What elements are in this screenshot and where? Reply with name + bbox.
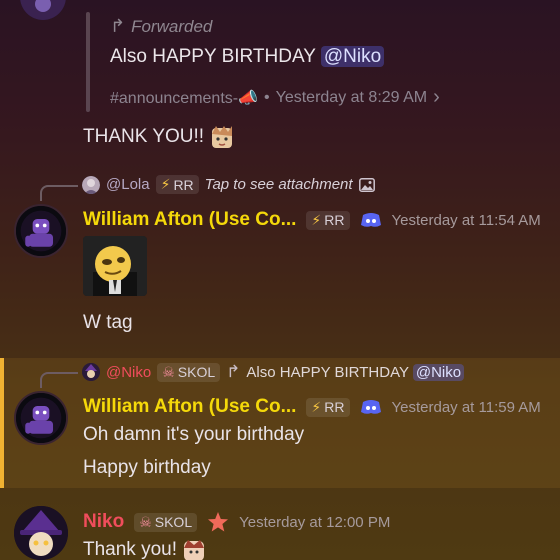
guild-tag-rr: ⚡ RR	[306, 397, 350, 417]
message-header-1: William Afton (Use Co... ⚡ RR Yesterday a…	[83, 209, 541, 231]
username-william[interactable]: William Afton (Use Co...	[83, 209, 296, 231]
lightning-icon: ⚡	[311, 211, 322, 228]
skull-icon: ☠	[162, 363, 175, 380]
message-birthday-2: Happy birthday	[83, 457, 211, 478]
reply-text: Also HAPPY BIRTHDAY @Niko	[246, 363, 465, 381]
avatar-top-partial[interactable]	[20, 0, 66, 20]
message-header-2: William Afton (Use Co... ⚡ RR Yesterday a…	[83, 396, 541, 418]
forwarded-label: ↱ Forwarded	[110, 16, 213, 36]
forwarded-message-text: Also HAPPY BIRTHDAY @Niko	[110, 46, 385, 68]
sticker-emoji-icon	[208, 124, 236, 150]
william-afton-avatar[interactable]	[14, 204, 68, 258]
username-niko[interactable]: Niko	[83, 511, 124, 533]
reply-username[interactable]: @Niko	[106, 364, 151, 381]
timestamp: Yesterday at 12:00 PM	[239, 513, 391, 531]
lola-avatar[interactable]	[82, 175, 100, 194]
message-w-tag: W tag	[83, 312, 133, 333]
reply-connector	[40, 372, 78, 388]
message-thank-you: Thank you!	[83, 538, 207, 560]
niko-avatar[interactable]	[14, 506, 68, 560]
message-header-3: Niko ☠ SKOL Yesterday at 12:00 PM	[83, 511, 390, 533]
timestamp: Yesterday at 11:59 AM	[391, 398, 541, 416]
lightning-icon: ⚡	[160, 176, 171, 192]
mention-highlight-bar	[0, 358, 4, 488]
star-badge-icon	[207, 511, 229, 533]
guild-tag-skol: ☠ SKOL	[134, 512, 198, 532]
skull-icon: ☠	[139, 513, 152, 530]
sticker-emoji-icon	[181, 538, 207, 560]
reply-username[interactable]: @Lola	[106, 176, 150, 193]
william-afton-avatar[interactable]	[14, 391, 68, 445]
message-thank-you-caps: THANK YOU!!	[83, 124, 236, 150]
guild-tag-rr: ⚡ RR	[306, 210, 350, 230]
attachment-image[interactable]	[83, 236, 147, 296]
mention-niko[interactable]: @Niko	[412, 363, 465, 381]
forward-quote-bar	[86, 12, 90, 112]
guild-tag-rr: ⚡ RR	[155, 175, 199, 194]
forward-arrow-icon: ↱	[110, 16, 126, 36]
reply-text: Tap to see attachment	[204, 176, 353, 193]
username-william[interactable]: William Afton (Use Co...	[83, 396, 296, 418]
timestamp: Yesterday at 11:54 AM	[391, 211, 541, 229]
message-birthday-1: Oh damn it's your birthday	[83, 424, 305, 445]
mention-niko[interactable]: @Niko	[320, 46, 385, 67]
lightning-icon: ⚡	[311, 398, 322, 415]
niko-avatar-mini[interactable]	[82, 363, 100, 381]
forwarded-source[interactable]: #announcements-📣 • Yesterday at 8:29 AM …	[110, 86, 440, 109]
chevron-right-icon[interactable]: ›	[433, 86, 440, 109]
reply-preview-niko[interactable]: @Niko ☠ SKOL ↱ Also HAPPY BIRTHDAY @Niko	[82, 362, 465, 382]
reply-preview-lola[interactable]: @Lola ⚡ RR Tap to see attachment	[82, 175, 375, 194]
discord-nitro-icon	[360, 399, 382, 415]
discord-nitro-icon	[360, 212, 382, 228]
reply-connector	[40, 185, 78, 201]
guild-tag-skol: ☠ SKOL	[157, 362, 221, 382]
image-icon	[358, 177, 375, 192]
forward-arrow-icon: ↱	[226, 362, 241, 381]
